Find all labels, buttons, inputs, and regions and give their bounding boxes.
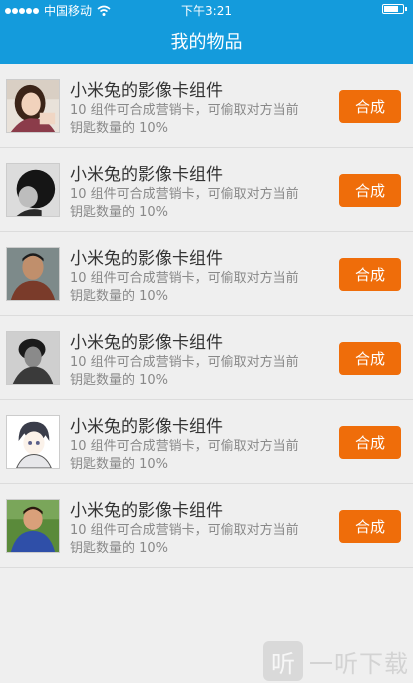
item-description: 10 组件可合成营销卡，可偷取对方当前钥匙数量的 10% <box>70 187 299 220</box>
battery-icon <box>382 4 407 14</box>
item-description: 10 组件可合成营销卡，可偷取对方当前钥匙数量的 10% <box>70 355 299 388</box>
list-item: 小米兔的影像卡组件 10 组件可合成营销卡，可偷取对方当前钥匙数量的 10% 合… <box>0 484 413 568</box>
list-item: 小米兔的影像卡组件 10 组件可合成营销卡，可偷取对方当前钥匙数量的 10% 合… <box>0 64 413 148</box>
compose-button[interactable]: 合成 <box>339 174 401 207</box>
man-portrait-avatar <box>6 247 60 301</box>
item-description: 10 组件可合成营销卡，可偷取对方当前钥匙数量的 10% <box>70 103 299 136</box>
boy-outdoor-avatar <box>6 499 60 553</box>
compose-button[interactable]: 合成 <box>339 90 401 123</box>
nav-bar: 我的物品 <box>0 18 413 64</box>
item-description: 10 组件可合成营销卡，可偷取对方当前钥匙数量的 10% <box>70 523 299 556</box>
compose-button[interactable]: 合成 <box>339 258 401 291</box>
item-description: 10 组件可合成营销卡，可偷取对方当前钥匙数量的 10% <box>70 439 299 472</box>
list-item: 小米兔的影像卡组件 10 组件可合成营销卡，可偷取对方当前钥匙数量的 10% 合… <box>0 400 413 484</box>
woman-portrait-avatar <box>6 79 60 133</box>
watermark-text: 一听下载 <box>309 649 409 678</box>
status-time: 下午3:21 <box>181 4 232 18</box>
compose-button[interactable]: 合成 <box>339 510 401 543</box>
list-item: 小米兔的影像卡组件 10 组件可合成营销卡，可偷取对方当前钥匙数量的 10% 合… <box>0 316 413 400</box>
compose-button[interactable]: 合成 <box>339 426 401 459</box>
item-title: 小米兔的影像卡组件 <box>70 501 223 521</box>
list-item: 小米兔的影像卡组件 10 组件可合成营销卡，可偷取对方当前钥匙数量的 10% 合… <box>0 148 413 232</box>
short-hair-profile-avatar <box>6 163 60 217</box>
item-title: 小米兔的影像卡组件 <box>70 417 223 437</box>
list-item: 小米兔的影像卡组件 10 组件可合成营销卡，可偷取对方当前钥匙数量的 10% 合… <box>0 232 413 316</box>
item-title: 小米兔的影像卡组件 <box>70 249 223 269</box>
page-title: 我的物品 <box>170 32 243 53</box>
status-bar: 中国移动 下午3:21 <box>0 0 413 18</box>
watermark-logo-icon: 听 <box>263 641 303 681</box>
item-list: 小米兔的影像卡组件 10 组件可合成营销卡，可偷取对方当前钥匙数量的 10% 合… <box>0 64 413 568</box>
item-description: 10 组件可合成营销卡，可偷取对方当前钥匙数量的 10% <box>70 271 299 304</box>
watermark: 听 一听下载 <box>263 639 409 683</box>
anime-boy-avatar <box>6 415 60 469</box>
compose-button[interactable]: 合成 <box>339 342 401 375</box>
item-title: 小米兔的影像卡组件 <box>70 81 223 101</box>
item-title: 小米兔的影像卡组件 <box>70 333 223 353</box>
item-title: 小米兔的影像卡组件 <box>70 165 223 185</box>
man-grayscale-avatar <box>6 331 60 385</box>
